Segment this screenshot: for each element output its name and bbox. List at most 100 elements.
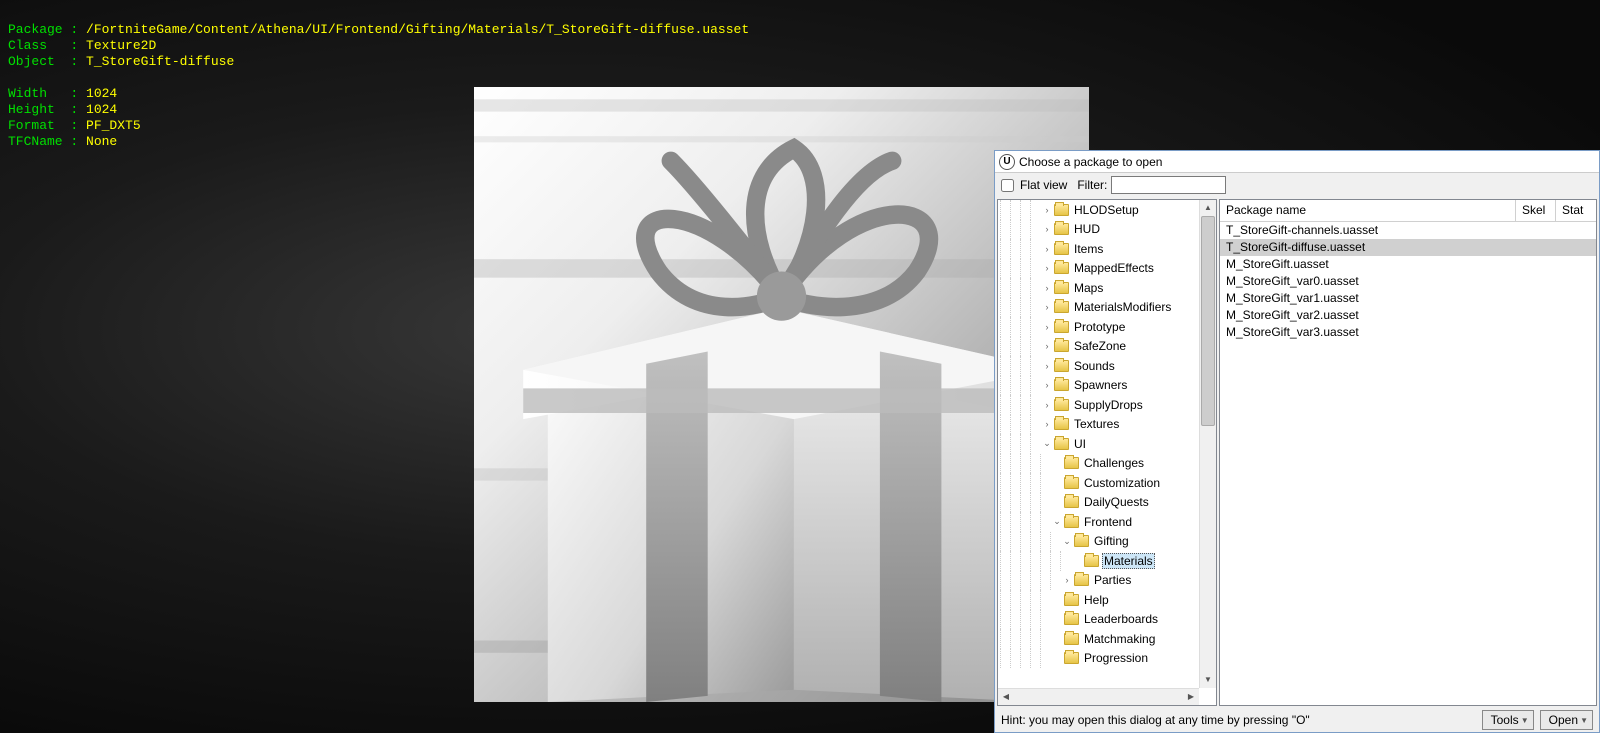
folder-icon — [1054, 204, 1069, 216]
tree-item[interactable]: Progression — [1000, 649, 1216, 669]
folder-icon — [1054, 379, 1069, 391]
filter-label: Filter: — [1077, 178, 1107, 192]
flat-view-label: Flat view — [1020, 178, 1067, 192]
info-key: TFCName — [8, 134, 70, 149]
open-button[interactable]: Open ▼ — [1540, 710, 1593, 730]
tools-button-label: Tools — [1491, 713, 1519, 727]
chevron-right-icon[interactable]: › — [1040, 283, 1054, 293]
chevron-right-icon[interactable]: › — [1040, 361, 1054, 371]
info-val: None — [86, 134, 117, 149]
info-key: Class — [8, 38, 70, 53]
folder-icon — [1084, 555, 1099, 567]
package-list-header: Package name Skel Stat — [1220, 200, 1596, 222]
info-key: Object — [8, 54, 70, 69]
tree-item-label: Customization — [1082, 476, 1162, 490]
chevron-right-icon[interactable]: › — [1040, 263, 1054, 273]
info-key: Width — [8, 86, 70, 101]
tree-item-label: Spawners — [1072, 378, 1129, 392]
package-list[interactable]: Package name Skel Stat T_StoreGift-chann… — [1219, 199, 1597, 706]
scroll-left-icon[interactable]: ◀ — [998, 689, 1014, 705]
open-button-label: Open — [1549, 713, 1578, 727]
tree-item[interactable]: ›Items — [1000, 239, 1216, 259]
tree-item[interactable]: ›HLODSetup — [1000, 200, 1216, 220]
package-list-item[interactable]: T_StoreGift-channels.uasset — [1220, 222, 1596, 239]
folder-icon — [1054, 399, 1069, 411]
flat-view-checkbox[interactable] — [1001, 179, 1014, 192]
chevron-right-icon[interactable]: › — [1040, 322, 1054, 332]
chevron-right-icon[interactable]: › — [1040, 205, 1054, 215]
chevron-right-icon[interactable]: › — [1040, 341, 1054, 351]
tree-item[interactable]: › Parties — [1000, 571, 1216, 591]
scroll-down-icon[interactable]: ▼ — [1200, 672, 1216, 688]
chevron-right-icon[interactable]: › — [1040, 419, 1054, 429]
tree-item[interactable]: ⌄ UI — [1000, 434, 1216, 454]
tree-item-label: Gifting — [1092, 534, 1131, 548]
folder-icon — [1074, 535, 1089, 547]
tree-item-label: UI — [1072, 437, 1088, 451]
dialog-footer: Hint: you may open this dialog at any ti… — [995, 708, 1599, 732]
tree-item[interactable]: Customization — [1000, 473, 1216, 493]
tree-item[interactable]: ›Textures — [1000, 415, 1216, 435]
dialog-title: Choose a package to open — [1019, 155, 1162, 169]
tree-item[interactable]: ⌄ Gifting — [1000, 532, 1216, 552]
chevron-right-icon[interactable]: › — [1040, 224, 1054, 234]
chevron-right-icon[interactable]: › — [1040, 380, 1054, 390]
app-icon: U — [999, 154, 1015, 170]
folder-icon — [1054, 301, 1069, 313]
col-stat[interactable]: Stat — [1556, 200, 1596, 221]
tools-button[interactable]: Tools ▼ — [1482, 710, 1534, 730]
tree-scrollbar-horizontal[interactable]: ◀ ▶ — [998, 688, 1199, 705]
package-list-item[interactable]: T_StoreGift-diffuse.uasset — [1220, 239, 1596, 256]
tree-item[interactable]: Leaderboards — [1000, 610, 1216, 630]
tree-item[interactable]: ›HUD — [1000, 220, 1216, 240]
tree-item[interactable]: ⌄Frontend — [1000, 512, 1216, 532]
tree-item[interactable]: › Spawners — [1000, 376, 1216, 396]
scroll-right-icon[interactable]: ▶ — [1183, 689, 1199, 705]
tree-item[interactable]: ›Prototype — [1000, 317, 1216, 337]
tree-item[interactable]: ›SafeZone — [1000, 337, 1216, 357]
folder-icon — [1074, 574, 1089, 586]
col-skel[interactable]: Skel — [1516, 200, 1556, 221]
chevron-right-icon[interactable]: › — [1060, 575, 1074, 585]
folder-icon — [1054, 360, 1069, 372]
tree-item-label: Parties — [1092, 573, 1133, 587]
tree-item[interactable]: DailyQuests — [1000, 493, 1216, 513]
chevron-right-icon[interactable]: › — [1040, 400, 1054, 410]
package-list-item[interactable]: M_StoreGift.uasset — [1220, 256, 1596, 273]
chevron-down-icon[interactable]: ⌄ — [1040, 438, 1054, 449]
chevron-down-icon[interactable]: ⌄ — [1050, 516, 1064, 527]
scroll-up-icon[interactable]: ▲ — [1200, 200, 1216, 216]
folder-tree[interactable]: ›HLODSetup ›HUD ›Items ›MappedEffects ›M… — [997, 199, 1217, 706]
folder-icon — [1064, 477, 1079, 489]
tree-item-label: Leaderboards — [1082, 612, 1160, 626]
filter-input[interactable] — [1111, 176, 1226, 194]
tree-item-label: Challenges — [1082, 456, 1146, 470]
tree-item-label: Sounds — [1072, 359, 1117, 373]
package-list-item[interactable]: M_StoreGift_var3.uasset — [1220, 324, 1596, 341]
tree-item[interactable]: Materials — [1000, 551, 1216, 571]
info-val: 1024 — [86, 86, 117, 101]
chevron-right-icon[interactable]: › — [1040, 244, 1054, 254]
info-val: /FortniteGame/Content/Athena/UI/Frontend… — [86, 22, 749, 37]
tree-item[interactable]: Matchmaking — [1000, 629, 1216, 649]
tree-item-label: Help — [1082, 593, 1111, 607]
dialog-titlebar[interactable]: U Choose a package to open — [995, 151, 1599, 173]
chevron-right-icon[interactable]: › — [1040, 302, 1054, 312]
tree-item[interactable]: Challenges — [1000, 454, 1216, 474]
tree-item[interactable]: ›SupplyDrops — [1000, 395, 1216, 415]
tree-scrollbar-vertical[interactable]: ▲ ▼ — [1199, 200, 1216, 688]
tree-item[interactable]: ›MappedEffects — [1000, 259, 1216, 279]
folder-icon — [1054, 418, 1069, 430]
package-list-item[interactable]: M_StoreGift_var0.uasset — [1220, 273, 1596, 290]
col-package-name[interactable]: Package name — [1220, 200, 1516, 221]
chevron-down-icon[interactable]: ⌄ — [1060, 536, 1074, 547]
tree-item[interactable]: ›Maps — [1000, 278, 1216, 298]
tree-item[interactable]: ›MaterialsModifiers — [1000, 298, 1216, 318]
tree-item[interactable]: › Sounds — [1000, 356, 1216, 376]
scroll-thumb[interactable] — [1201, 216, 1215, 426]
tree-item[interactable]: Help — [1000, 590, 1216, 610]
package-list-item[interactable]: M_StoreGift_var1.uasset — [1220, 290, 1596, 307]
package-list-item[interactable]: M_StoreGift_var2.uasset — [1220, 307, 1596, 324]
folder-icon — [1064, 516, 1079, 528]
info-val: Texture2D — [86, 38, 156, 53]
